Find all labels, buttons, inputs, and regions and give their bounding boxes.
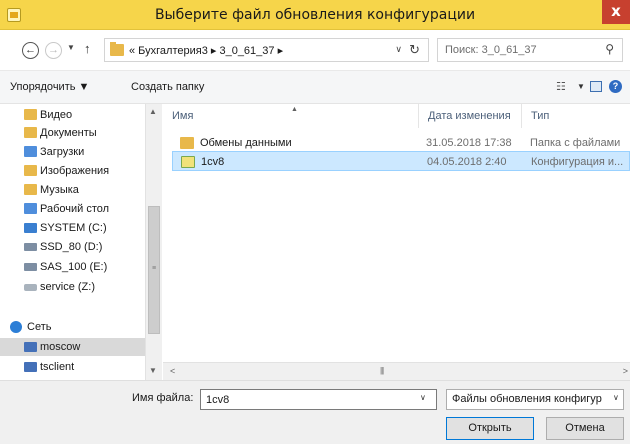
up-button[interactable]: ↑ (84, 41, 91, 56)
grip-icon: ||| (380, 366, 384, 375)
nav-item-drive-z[interactable]: service (Z:) (0, 278, 145, 296)
filename-label: Имя файла: (132, 392, 194, 404)
nav-item-moscow[interactable]: moscow (0, 338, 145, 356)
scroll-up-icon[interactable]: ▲ (149, 107, 157, 116)
organize-button[interactable]: Упорядочить ▼ (10, 81, 89, 93)
address-bar[interactable]: « Бухгалтерия3 ▸ 3_0_61_37 ▸ ∨ ↻ (104, 38, 429, 62)
nav-item-pictures[interactable]: Изображения (0, 162, 145, 180)
refresh-icon[interactable]: ↻ (409, 42, 420, 58)
arrow-up-icon: ↑ (84, 41, 91, 56)
arrow-right-icon: → (48, 44, 59, 56)
sort-ascending-icon: ▲ (291, 106, 298, 113)
file-list-horizontal-scrollbar[interactable]: < ||| > (163, 362, 630, 380)
window-title: Выберите файл обновления конфигурации (154, 7, 476, 23)
new-folder-button[interactable]: Создать папку (131, 81, 204, 93)
scroll-down-icon[interactable]: ▼ (149, 366, 157, 375)
file-type-filter-select[interactable]: Файлы обновления конфигур (446, 389, 624, 410)
nav-item-network[interactable]: Сеть (0, 318, 145, 336)
view-options-icon[interactable]: ☷ (556, 80, 566, 93)
nav-item-video[interactable]: Видео (0, 106, 145, 124)
file-list: ▲ Имя Дата изменения Тип Обмены данными 3… (163, 104, 630, 362)
toolbar: Упорядочить ▼ Создать папку ☷ ▼ ? (0, 70, 630, 104)
chevron-down-icon[interactable]: ∨ (613, 393, 619, 402)
folder-icon (180, 137, 194, 149)
search-input[interactable]: Поиск: 3_0_61_37 (445, 44, 537, 56)
nav-item-tsclient[interactable]: tsclient (0, 358, 145, 376)
nav-item-music[interactable]: Музыка (0, 181, 145, 199)
search-box[interactable]: Поиск: 3_0_61_37 ⚲ (437, 38, 623, 62)
pictures-folder-icon (24, 165, 37, 176)
nav-item-drive-e[interactable]: SAS_100 (E:) (0, 258, 145, 276)
computer-icon (24, 342, 37, 352)
file-type: Конфигурация и... (531, 156, 624, 168)
back-button[interactable]: ← (22, 42, 39, 59)
file-row[interactable]: Обмены данными 31.05.2018 17:38 Папка с … (172, 133, 630, 153)
network-drive-icon (24, 284, 37, 291)
close-button[interactable]: x (602, 0, 630, 24)
nav-item-desktop[interactable]: Рабочий стол (0, 200, 145, 218)
scroll-right-icon[interactable]: > (623, 366, 628, 376)
grip-icon: ≡ (152, 265, 157, 272)
nav-item-drive-c[interactable]: SYSTEM (C:) (0, 219, 145, 237)
navigation-pane: Видео Документы Загрузки Изображения Муз… (0, 104, 162, 380)
view-dropdown-icon[interactable]: ▼ (577, 82, 585, 91)
forward-button[interactable]: → (45, 42, 62, 59)
file-date: 04.05.2018 2:40 (427, 156, 507, 168)
file-row-selected[interactable]: 1cv8 04.05.2018 2:40 Конфигурация и... (172, 151, 630, 171)
scrollbar-thumb[interactable]: ≡ (148, 206, 160, 334)
column-header-type[interactable]: Тип (521, 104, 630, 128)
chevron-down-icon[interactable]: ∨ (420, 393, 426, 402)
recent-locations-dropdown[interactable]: ▼ (67, 43, 75, 52)
chevron-down-icon[interactable]: ∨ (395, 44, 402, 55)
cancel-button[interactable]: Отмена (546, 417, 624, 440)
desktop-folder-icon (24, 203, 37, 214)
computer-icon (24, 362, 37, 372)
search-icon: ⚲ (605, 42, 614, 56)
file-name: Обмены данными (200, 137, 292, 149)
network-icon (10, 321, 22, 333)
folder-icon (110, 42, 124, 56)
breadcrumb[interactable]: « Бухгалтерия3 ▸ 3_0_61_37 ▸ (129, 44, 283, 57)
video-folder-icon (24, 109, 37, 120)
file-name: 1cv8 (201, 156, 225, 168)
file-type: Папка с файлами (530, 137, 621, 149)
title-bar: Выберите файл обновления конфигурации x (0, 0, 630, 30)
dialog-footer: Имя файла: ∨ Файлы обновления конфигур ∨… (0, 380, 630, 444)
arrow-left-icon: ← (25, 44, 36, 56)
downloads-folder-icon (24, 146, 37, 157)
drive-icon (24, 243, 37, 251)
config-file-icon (181, 156, 195, 168)
drive-icon (24, 263, 37, 271)
nav-item-documents[interactable]: Документы (0, 124, 145, 142)
file-date: 31.05.2018 17:38 (426, 137, 512, 149)
preview-pane-icon[interactable] (590, 81, 602, 92)
nav-item-downloads[interactable]: Загрузки (0, 143, 145, 161)
music-folder-icon (24, 184, 37, 195)
system-drive-icon (24, 223, 37, 233)
documents-folder-icon (24, 127, 37, 138)
scroll-left-icon[interactable]: < (170, 366, 175, 376)
filename-input[interactable] (200, 389, 437, 410)
navigation-row: ← → ▼ ↑ « Бухгалтерия3 ▸ 3_0_61_37 ▸ ∨ ↻… (0, 30, 630, 70)
open-button[interactable]: Открыть (446, 417, 534, 440)
nav-pane-scrollbar[interactable]: ▲ ≡ ▼ (145, 104, 162, 380)
nav-item-drive-d[interactable]: SSD_80 (D:) (0, 238, 145, 256)
help-icon[interactable]: ? (609, 80, 622, 93)
column-header-date[interactable]: Дата изменения (418, 104, 521, 128)
column-header-name[interactable]: ▲ Имя (163, 104, 418, 128)
